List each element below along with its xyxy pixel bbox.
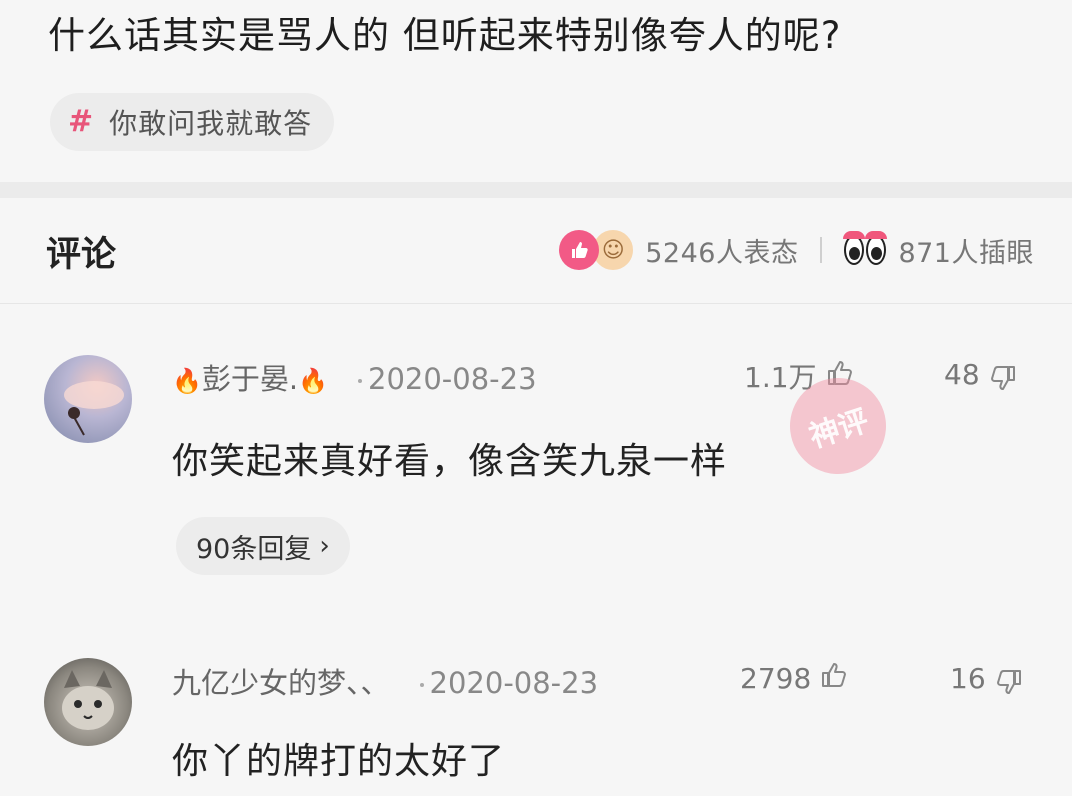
thumb-up-icon	[559, 230, 600, 270]
header-divider	[0, 303, 1072, 304]
question-area: 什么话其实是骂人的 但听起来特别像夸人的呢? # 你敢问我就敢答	[0, 0, 1072, 185]
dislike-button[interactable]: 16	[950, 660, 1024, 697]
dislike-count: 48	[944, 358, 980, 391]
hash-icon: #	[68, 104, 94, 139]
topic-chip[interactable]: # 你敢问我就敢答	[50, 93, 335, 151]
separator-dot	[419, 683, 424, 687]
reactions-count: 5246人表态	[645, 237, 799, 269]
comment-username[interactable]: 🔥彭于晏.🔥 2020-08-23	[172, 356, 537, 398]
views-count: 871人插眼	[898, 237, 1034, 269]
flame-icon: 🔥	[298, 367, 328, 395]
thumb-down-icon	[988, 356, 1018, 393]
like-button[interactable]: 2798	[740, 660, 849, 697]
flame-icon: 🔥	[172, 367, 202, 395]
like-count: 2798	[740, 662, 812, 695]
comment-date: 2020-08-23	[429, 666, 599, 700]
question-title[interactable]: 什么话其实是骂人的 但听起来特别像夸人的呢?	[48, 10, 841, 62]
dislike-count: 16	[950, 662, 986, 695]
topic-label: 你敢问我就敢答	[109, 107, 313, 140]
comments-title: 评论	[46, 235, 117, 275]
avatar[interactable]	[44, 658, 132, 746]
stats-separator	[820, 237, 823, 263]
comment-username[interactable]: 九亿少女的梦、、 2020-08-23	[172, 660, 598, 702]
section-divider	[0, 182, 1072, 198]
chevron-right-icon: ›	[319, 531, 330, 561]
comment-text: 你笑起来真好看，像含笑九泉一样	[172, 441, 728, 482]
separator-dot	[358, 379, 362, 383]
comment-date: 2020-08-23	[368, 362, 537, 396]
replies-label: 90条回复	[196, 533, 312, 565]
reaction-stats[interactable]: ☺ 5246人表态 871人插眼	[559, 228, 1034, 272]
avatar[interactable]	[44, 355, 132, 443]
thumb-up-icon	[819, 660, 849, 697]
dislike-button[interactable]: 48	[944, 356, 1018, 393]
thumb-down-icon	[994, 660, 1024, 697]
replies-button[interactable]: 90条回复 ›	[176, 517, 350, 575]
eyes-icon	[843, 231, 888, 265]
comment-text: 你丫的牌打的太好了	[172, 741, 506, 782]
comments-header: 评论 ☺ 5246人表态 871人插眼	[0, 198, 1072, 304]
